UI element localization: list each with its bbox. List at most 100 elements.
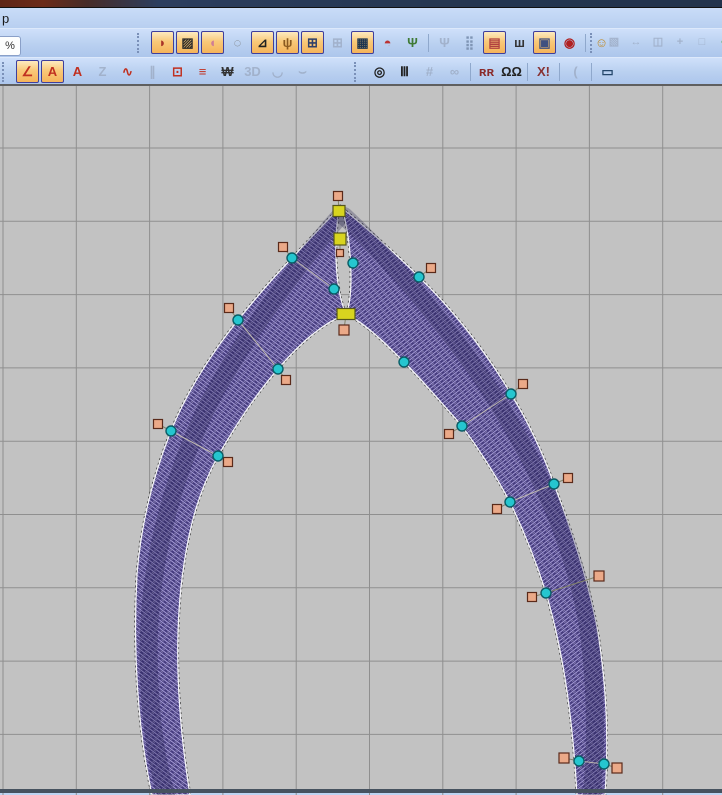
- reshape-object-icon[interactable]: ⊿: [251, 31, 274, 54]
- toolbar-separator: [527, 62, 528, 81]
- fusion-fill-icon[interactable]: ◗: [151, 31, 174, 54]
- florentine-icon[interactable]: ʀʀ: [475, 60, 498, 83]
- frame-icon: □: [698, 36, 706, 48]
- basket-tool-icon: ⌣: [298, 64, 307, 79]
- window-bottom-edge: [0, 789, 722, 793]
- true-view-icon[interactable]: ▭: [596, 60, 619, 83]
- stitch-player-icon[interactable]: ш: [508, 31, 531, 54]
- toolbar-drag-handle[interactable]: [2, 61, 12, 82]
- reshape-node-cyan[interactable]: [328, 283, 340, 295]
- reshape-node-cyan[interactable]: [165, 425, 177, 437]
- mirror-y-icon: ↔: [630, 36, 642, 48]
- hoop-colors-icon[interactable]: ●: [714, 33, 722, 53]
- dashed-ellipse-icon[interactable]: ◌: [226, 31, 249, 54]
- toolbar-separator: [591, 62, 592, 81]
- anchor-node-yellow[interactable]: [336, 307, 356, 321]
- satin-column-left[interactable]: [134, 204, 349, 795]
- menu-item-help-fragment[interactable]: p: [2, 11, 9, 26]
- reshape-node-cyan[interactable]: [598, 758, 610, 770]
- satin-column-right[interactable]: [335, 204, 609, 795]
- canvas-grid: [0, 86, 722, 795]
- thread-palette-icon[interactable]: ◉: [558, 31, 581, 54]
- reshape-node-cyan[interactable]: [398, 356, 410, 368]
- toolbar-drag-handle[interactable]: [137, 32, 147, 53]
- thread-colors-icon[interactable]: ◓: [376, 31, 399, 54]
- reshape-node-cyan[interactable]: [504, 496, 516, 508]
- handle-square-salmon[interactable]: [526, 591, 538, 603]
- reshape-node-cyan[interactable]: [456, 420, 468, 432]
- handle-square-salmon[interactable]: [611, 762, 623, 774]
- reshape-node-cyan[interactable]: [272, 363, 284, 375]
- loop-stitch-icon[interactable]: ΩΩ: [500, 60, 523, 83]
- handle-square-salmon[interactable]: [335, 248, 345, 258]
- stitch-type-toolbar: ∠ A A Z ∿ ∥ ⊡ ≡ ₩3D ◡ ⌣ ◎ Ⅲ # ∞ ʀʀ ΩΩ X!(▭: [0, 57, 722, 85]
- object-properties-icon[interactable]: ▣: [533, 31, 556, 54]
- lattice-icon: #: [425, 64, 434, 79]
- chain-icon: ∞: [449, 64, 460, 79]
- handle-square-salmon[interactable]: [332, 190, 344, 202]
- branching-icon[interactable]: ψ: [276, 31, 299, 54]
- zoom-percent-field[interactable]: %: [0, 36, 21, 56]
- anchor-node-yellow[interactable]: [332, 204, 346, 218]
- input-a-icon[interactable]: A: [41, 60, 64, 83]
- menu-bar: p: [0, 8, 722, 28]
- reshape-node-cyan[interactable]: [286, 252, 298, 264]
- zigzag-icon[interactable]: ∿: [116, 60, 139, 83]
- toolbar-separator: [428, 33, 429, 52]
- reshape-node-cyan[interactable]: [548, 478, 560, 490]
- toolbar-group: ◎ Ⅲ # ∞ ʀʀ ΩΩ X! (▭: [352, 59, 620, 84]
- show-artwork-icon: Ψ: [439, 35, 450, 50]
- show-bitmap-icon[interactable]: ▦: [351, 31, 374, 54]
- show-design-icon[interactable]: Ψ: [401, 31, 424, 54]
- backstitch-icon[interactable]: ◎: [368, 60, 391, 83]
- toolbar-separator: [559, 62, 560, 81]
- column-stitch-icon: ∥: [149, 64, 156, 79]
- toolbar-drag-handle[interactable]: [354, 61, 364, 82]
- reshape-node-cyan[interactable]: [540, 587, 552, 599]
- complex-fill-icon: Z: [98, 64, 107, 79]
- 3d-warp-icon: 3D: [244, 64, 261, 79]
- stitch-points-icon[interactable]: ⣿: [458, 31, 481, 54]
- handle-square-salmon[interactable]: [517, 378, 529, 390]
- handle-square-salmon[interactable]: [558, 752, 570, 764]
- handle-square-salmon[interactable]: [443, 428, 455, 440]
- mirror-merge-icon: ◫: [652, 36, 664, 48]
- satin-outline-icon[interactable]: ◖: [201, 31, 224, 54]
- reshape-node-cyan[interactable]: [573, 755, 585, 767]
- show-grid-icon[interactable]: ⊞: [301, 31, 324, 54]
- input-b-icon[interactable]: A: [66, 60, 89, 83]
- anchor-node-yellow[interactable]: [333, 232, 347, 246]
- handle-square-salmon[interactable]: [562, 472, 574, 484]
- input-angle-icon[interactable]: ∠: [16, 60, 39, 83]
- mirror-x-icon: ▧: [608, 36, 620, 48]
- window-title-strip: [0, 0, 722, 8]
- handle-square-salmon[interactable]: [223, 302, 235, 314]
- color-film-icon[interactable]: ▤: [483, 31, 506, 54]
- toolbar-separator: [470, 62, 471, 81]
- toolbar-drag-handle[interactable]: [590, 32, 600, 53]
- motif-fill-icon[interactable]: ⊡: [166, 60, 189, 83]
- design-canvas[interactable]: [0, 84, 722, 795]
- handle-square-salmon[interactable]: [491, 503, 503, 515]
- handle-square-salmon[interactable]: [280, 374, 292, 386]
- fancy-fill-icon[interactable]: ₩: [216, 60, 239, 83]
- reshape-node-cyan[interactable]: [413, 271, 425, 283]
- handle-square-salmon[interactable]: [338, 324, 350, 336]
- reshape-node-cyan[interactable]: [347, 257, 359, 269]
- handle-square-salmon[interactable]: [152, 418, 164, 430]
- handle-square-salmon[interactable]: [277, 241, 289, 253]
- snap-grid-icon: ⊞: [332, 35, 343, 50]
- handle-square-salmon[interactable]: [425, 262, 437, 274]
- handle-square-salmon[interactable]: [593, 570, 605, 582]
- tatami-fill-icon[interactable]: ▨: [176, 31, 199, 54]
- stemstitch-icon[interactable]: Ⅲ: [393, 60, 416, 83]
- design-canvas-svg[interactable]: [0, 86, 722, 795]
- handle-square-salmon[interactable]: [222, 456, 234, 468]
- remove-overlaps-icon[interactable]: X!: [532, 60, 555, 83]
- reshape-node-cyan[interactable]: [505, 388, 517, 400]
- toolbar-group: ◗ ▨ ◖ ◌ ⊿ ψ ⊞ ⊞ ▦ ◓ Ψ Ψ ⣿ ▤ ш ▣ ◉ ☺: [135, 30, 614, 55]
- satin-lines-icon[interactable]: ≡: [191, 60, 214, 83]
- reshape-node-cyan[interactable]: [212, 450, 224, 462]
- reshape-node-cyan[interactable]: [232, 314, 244, 326]
- main-toolbar: ◗▨◖◌⊿ψ⊞⊞▦◓ΨΨ⣿▤ш▣◉☺▧↔◫+□●: [0, 28, 722, 58]
